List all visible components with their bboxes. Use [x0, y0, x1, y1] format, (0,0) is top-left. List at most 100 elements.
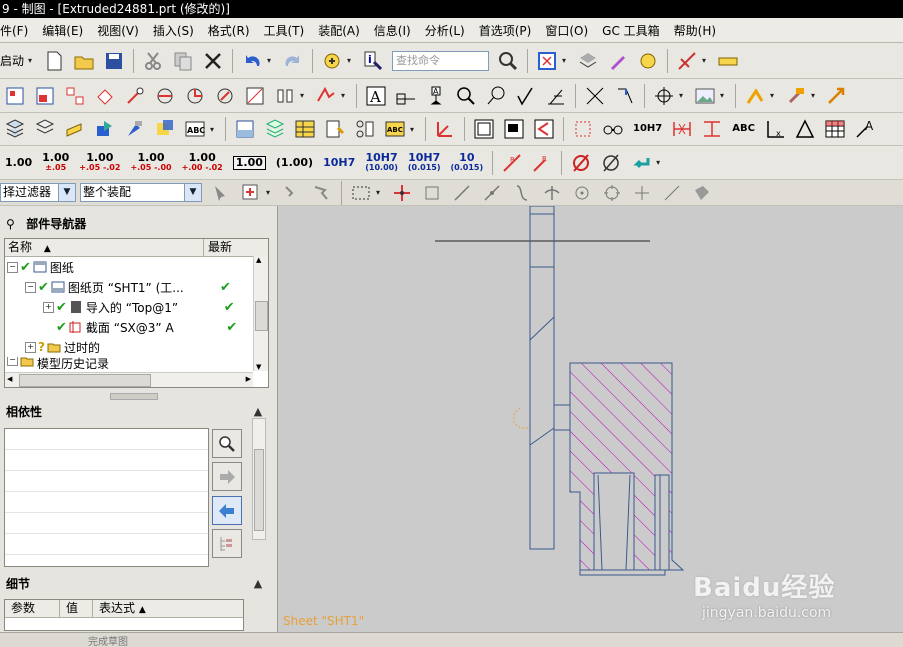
tree-row[interactable]: − 模型历史记录: [5, 357, 268, 369]
layer-settings-icon[interactable]: [33, 117, 57, 141]
snap-end-icon[interactable]: [450, 181, 474, 205]
tolerance-unilateral-down-button[interactable]: 1.00 +.00 -.02: [182, 152, 223, 173]
save-icon[interactable]: [102, 49, 126, 73]
surface-finish-icon[interactable]: [514, 84, 538, 108]
radius-dimension-icon[interactable]: R: [530, 151, 554, 175]
leader-note-icon[interactable]: A: [853, 117, 877, 141]
info-icon[interactable]: i: [361, 49, 385, 73]
update-view-icon[interactable]: [314, 84, 338, 108]
column-param-header[interactable]: 参数: [5, 600, 60, 617]
find-button[interactable]: [212, 429, 242, 458]
fit-view-icon[interactable]: [535, 49, 559, 73]
triangle-icon[interactable]: [793, 117, 817, 141]
details-header[interactable]: 细节: [0, 572, 277, 596]
menu-info[interactable]: 信息(I): [367, 22, 418, 39]
border-zones-icon[interactable]: [263, 117, 287, 141]
new-file-icon[interactable]: [42, 49, 66, 73]
center-mark-icon[interactable]: [652, 84, 676, 108]
scroll-thumb[interactable]: [255, 301, 268, 331]
tree-row[interactable]: ✔ 截面 “SX@3” A ✔: [5, 317, 268, 337]
fit-h7-tol-button[interactable]: 10H7 (0.015): [408, 152, 441, 173]
half-section-icon[interactable]: [183, 84, 207, 108]
sketch-dropdown-icon[interactable]: ▾: [770, 91, 778, 100]
view-dropdown-icon[interactable]: ▾: [562, 56, 570, 65]
preferences-icon[interactable]: [636, 49, 660, 73]
undo-icon[interactable]: [240, 49, 264, 73]
menu-gc-toolbox[interactable]: GC 工具箱: [595, 22, 667, 39]
crosshatch-icon[interactable]: [502, 117, 526, 141]
menu-help[interactable]: 帮助(H): [667, 22, 723, 39]
broken-view-icon[interactable]: [273, 84, 297, 108]
collapse-icon[interactable]: −: [7, 261, 18, 273]
break-out-section-icon[interactable]: [243, 84, 267, 108]
abc-annotation-button[interactable]: ABC: [732, 124, 755, 134]
snap-control-icon[interactable]: [510, 181, 534, 205]
zoom-icon[interactable]: [454, 84, 478, 108]
move-to-layer-icon[interactable]: [93, 117, 117, 141]
type-filter-select[interactable]: 择过滤器 ▼: [0, 183, 76, 202]
back-button[interactable]: [212, 496, 242, 525]
fit-h7-button[interactable]: 10H7: [323, 157, 355, 168]
tree-row[interactable]: + ? 过时的: [5, 337, 268, 357]
edit-object-icon[interactable]: [606, 49, 630, 73]
snap-center-icon[interactable]: [570, 181, 594, 205]
ordinate-dimension-icon[interactable]: x: [763, 117, 787, 141]
weld-symbol-icon[interactable]: [544, 84, 568, 108]
scroll-right-icon[interactable]: ▶: [246, 375, 251, 383]
intersect-symbol-icon[interactable]: [583, 84, 607, 108]
snap-on-curve-icon[interactable]: [660, 181, 684, 205]
update-dropdown-icon[interactable]: ▾: [341, 91, 349, 100]
snap-grid-icon[interactable]: [420, 181, 444, 205]
basic-dimension-button[interactable]: 1.00: [232, 155, 266, 170]
column-value-header[interactable]: 值: [60, 600, 93, 617]
general-selection-icon[interactable]: [209, 181, 233, 205]
area-fill-icon[interactable]: [532, 117, 556, 141]
section-view-icon[interactable]: [153, 84, 177, 108]
snap-on-surface-icon[interactable]: [690, 181, 714, 205]
dimension-tool-icon[interactable]: [675, 49, 699, 73]
splitter-handle[interactable]: [110, 393, 158, 400]
parts-list-icon[interactable]: [323, 117, 347, 141]
tolerance-equal-button[interactable]: 1.00 ±.05: [42, 152, 69, 173]
arrow-return-icon[interactable]: [629, 151, 653, 175]
image-dropdown-icon[interactable]: ▾: [720, 91, 728, 100]
table-grid-icon[interactable]: [823, 117, 847, 141]
snap-existing-icon[interactable]: [630, 181, 654, 205]
rectangle-select-icon[interactable]: [349, 181, 373, 205]
scroll-left-icon[interactable]: ◀: [7, 375, 12, 383]
arrow-tool-icon[interactable]: [825, 84, 849, 108]
feature-selection-icon[interactable]: [280, 181, 304, 205]
layer-stack-icon[interactable]: [3, 117, 27, 141]
auto-balloon-icon[interactable]: [353, 117, 377, 141]
tree-row[interactable]: − ✔ 图纸: [5, 257, 268, 277]
expand-icon[interactable]: +: [43, 301, 54, 313]
scroll-up-icon[interactable]: ▲: [256, 256, 261, 264]
layer-visibility-icon[interactable]: [153, 117, 177, 141]
copy-icon[interactable]: [171, 49, 195, 73]
tolerance-unilateral-up-button[interactable]: 1.00 +.05 -.00: [130, 152, 171, 173]
menu-view[interactable]: 视图(V): [90, 22, 146, 39]
collapse-icon[interactable]: −: [7, 357, 18, 366]
diameter-symbol-icon[interactable]: [569, 151, 593, 175]
image-icon[interactable]: [693, 84, 717, 108]
copy-to-layer-icon[interactable]: [123, 117, 147, 141]
title-block-icon[interactable]: [293, 117, 317, 141]
tabular-note-icon[interactable]: ABC: [383, 117, 407, 141]
undo-dropdown-icon[interactable]: ▾: [267, 56, 275, 65]
snap-quadrant-icon[interactable]: [600, 181, 624, 205]
scroll-down-icon[interactable]: ▼: [256, 363, 261, 371]
section-line-icon[interactable]: [123, 84, 147, 108]
hammer-dropdown-icon[interactable]: ▾: [811, 91, 819, 100]
vertical-dimension-icon[interactable]: [700, 117, 724, 141]
tree-horizontal-scrollbar[interactable]: ◀ ▶: [5, 372, 253, 387]
fit-limit-button[interactable]: 10 (0.015): [451, 152, 484, 173]
open-folder-icon[interactable]: [72, 49, 96, 73]
dependencies-header[interactable]: 相依性: [0, 400, 277, 424]
projected-view-icon[interactable]: [63, 84, 87, 108]
selection-scope-select[interactable]: 整个装配 ▼: [80, 183, 202, 202]
drawing-template-icon[interactable]: [233, 117, 257, 141]
search-icon[interactable]: [496, 49, 520, 73]
scroll-thumb[interactable]: [19, 374, 151, 387]
start-dropdown-icon[interactable]: ▾: [28, 56, 36, 65]
rect-select-dropdown-icon[interactable]: ▾: [376, 188, 384, 197]
